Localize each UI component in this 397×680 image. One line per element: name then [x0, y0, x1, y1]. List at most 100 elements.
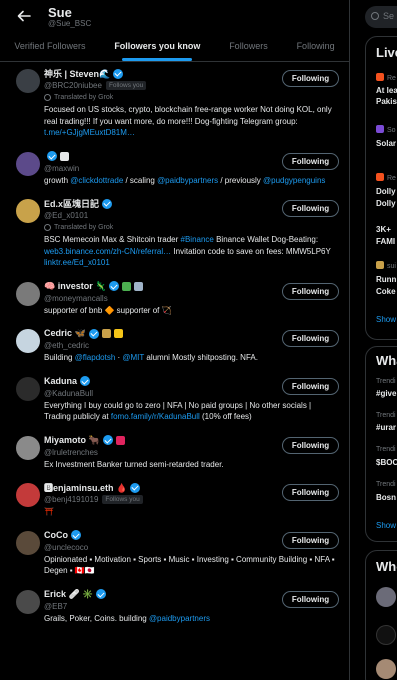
follower-row[interactable]: 神乐 | Steven🌊 @BRC20niubee Follows you Trans… — [0, 62, 349, 145]
user-handle[interactable]: @lruletrenches — [44, 448, 98, 457]
avatar[interactable] — [16, 376, 40, 401]
display-name[interactable]: Miyamoto 🐂 — [44, 435, 100, 446]
live-item-line[interactable]: Dolly — [376, 198, 396, 209]
bio-link[interactable]: @clickdottrade — [70, 176, 123, 185]
bio-link[interactable]: t.me/+GJjgMEuxtD81M… — [44, 128, 135, 137]
bio-text: growth — [44, 175, 71, 185]
bio-link[interactable]: linktr.ee/Ed_x0101 — [44, 258, 110, 267]
bio-link[interactable]: #Binance — [181, 235, 214, 244]
live-item-meta[interactable]: So — [376, 125, 396, 134]
translated-label: Translated by Grok — [54, 94, 114, 101]
follower-row[interactable]: Erick 🩹 ✳️ @EB7 Grails, Poker, Coins. buil… — [0, 583, 349, 631]
trend-label[interactable]: Bosn — [376, 492, 396, 503]
follower-row[interactable]: @maxwin growth @clickdottrade / scaling @… — [0, 145, 349, 193]
verified-badge-icon — [47, 151, 57, 161]
display-name[interactable]: 神乐 | Steven🌊 — [44, 67, 110, 80]
follower-row[interactable]: Miyamoto 🐂 @lruletrenches Ex Investment Ba… — [0, 429, 349, 477]
suggested-avatar[interactable] — [376, 625, 396, 645]
bio-link[interactable]: @flapdotsh — [75, 353, 116, 362]
following-button[interactable]: Following — [282, 200, 339, 217]
user-bio: growth @clickdottrade / scaling @paidbyp… — [44, 175, 341, 187]
display-name[interactable]: Kaduna — [44, 376, 77, 386]
tab-followers-you-know[interactable]: Followers you know — [100, 32, 215, 61]
user-handle[interactable]: @maxwin — [44, 164, 79, 173]
live-item-line[interactable]: Runn — [376, 274, 396, 285]
following-button[interactable]: Following — [282, 484, 339, 501]
bio-link[interactable]: @MIT — [122, 353, 144, 362]
tab-verified-followers[interactable]: Verified Followers — [0, 32, 100, 61]
user-handle[interactable]: @eth_cedric — [44, 341, 89, 350]
translated-label: Translated by Grok — [54, 224, 114, 231]
follower-row[interactable]: 🅱enjaminsu.eth 🩸 @benj4191019 Follows you ⛩… — [0, 476, 349, 524]
back-arrow-icon[interactable] — [16, 8, 32, 24]
user-bio: supporter of bnb 🔶 supporter of 🏹 — [44, 305, 341, 317]
trend-label[interactable]: #give — [376, 388, 396, 399]
trend-label[interactable]: $BOO — [376, 457, 397, 468]
trends-show-more-link[interactable]: Show — [376, 521, 396, 530]
user-handle[interactable]: @EB7 — [44, 602, 67, 611]
user-handle[interactable]: @KadunaBull — [44, 389, 93, 398]
live-item-line[interactable]: Solar — [376, 138, 396, 149]
user-list: 神乐 | Steven🌊 @BRC20niubee Follows you Trans… — [0, 62, 349, 630]
follower-row[interactable]: Cedric 🦋 @eth_cedric Building @flapdotsh ·… — [0, 322, 349, 370]
follower-row[interactable]: CoCo @unclecoco Opinionated ▪ Motivation ▪… — [0, 524, 349, 583]
trend-label[interactable]: #urar — [376, 422, 396, 433]
live-item-meta[interactable]: Re — [376, 73, 396, 82]
live-item-line[interactable]: FAMI — [376, 236, 395, 247]
tab-following[interactable]: Following — [282, 32, 349, 61]
bio-text: Invitation code to save on fees: MMW5LP6… — [171, 246, 331, 256]
display-name[interactable]: Ed.x區塊日記 — [44, 197, 99, 210]
follower-row[interactable]: Ed.x區塊日記 @Ed_x0101 Translated by Grok BSC M… — [0, 192, 349, 275]
bio-link[interactable]: @paidbypartners — [157, 176, 218, 185]
following-button[interactable]: Following — [282, 330, 339, 347]
live-item-line[interactable]: Coke — [376, 286, 396, 297]
user-handle[interactable]: @BRC20niubee — [44, 81, 102, 90]
user-handle[interactable]: @Ed_x0101 — [44, 211, 88, 220]
following-button[interactable]: Following — [282, 531, 339, 549]
user-handle[interactable]: @benj4191019 — [44, 495, 98, 504]
avatar[interactable] — [16, 483, 40, 507]
live-item-line[interactable]: Dolly — [376, 186, 396, 197]
display-name[interactable]: CoCo — [44, 530, 68, 540]
user-handle[interactable]: @moneymancalls — [44, 294, 108, 303]
bio-link[interactable]: web3.binance.com/zh-CN/referral… — [44, 247, 171, 256]
follower-row[interactable]: 🧠 investor 🦎 @moneymancalls supporter of b… — [0, 275, 349, 323]
live-item-meta[interactable]: Re — [376, 173, 396, 182]
live-icon — [376, 261, 384, 269]
bio-link[interactable]: @pudgypenguins — [263, 176, 325, 185]
following-button[interactable]: Following — [282, 70, 339, 87]
following-button[interactable]: Following — [282, 590, 339, 608]
avatar[interactable] — [16, 281, 40, 306]
suggested-avatar[interactable] — [376, 587, 396, 607]
live-item-meta[interactable]: sui — [376, 261, 396, 270]
avatar[interactable] — [16, 69, 40, 93]
avatar[interactable] — [16, 530, 40, 555]
avatar[interactable] — [16, 199, 40, 223]
user-handle[interactable]: @unclecoco — [44, 543, 88, 552]
avatar[interactable] — [16, 329, 40, 353]
following-button[interactable]: Following — [282, 436, 339, 454]
bio-link[interactable]: @paidbypartners — [149, 614, 210, 623]
display-name[interactable]: 🧠 investor 🦎 — [44, 281, 106, 292]
following-button[interactable]: Following — [282, 282, 339, 300]
live-show-more-link[interactable]: Show — [376, 315, 396, 324]
bio-link[interactable]: fomo.family/r/KadunaBull — [111, 412, 200, 421]
avatar[interactable] — [16, 589, 40, 614]
suggested-avatar[interactable] — [376, 659, 396, 679]
tab-followers[interactable]: Followers — [215, 32, 282, 61]
avatar[interactable] — [16, 435, 40, 460]
live-item-line[interactable]: At lea — [376, 85, 397, 96]
avatar[interactable] — [16, 151, 40, 176]
translate-icon — [44, 224, 51, 231]
affiliate-badge-icon — [134, 281, 144, 291]
user-bio: Building @flapdotsh · @MIT alumni Mostly… — [44, 352, 341, 364]
display-name[interactable]: Erick 🩹 ✳️ — [44, 589, 93, 600]
following-button[interactable]: Following — [282, 377, 339, 395]
live-item-line[interactable]: Pakis — [376, 96, 397, 107]
search-input[interactable]: Se — [365, 6, 397, 28]
following-button[interactable]: Following — [282, 152, 339, 170]
live-item-line[interactable]: 3K+ — [376, 224, 391, 235]
display-name[interactable]: 🅱enjaminsu.eth 🩸 — [44, 481, 127, 494]
display-name[interactable]: Cedric 🦋 — [44, 328, 86, 339]
follower-row[interactable]: Kaduna @KadunaBull Everything I buy could … — [0, 370, 349, 429]
